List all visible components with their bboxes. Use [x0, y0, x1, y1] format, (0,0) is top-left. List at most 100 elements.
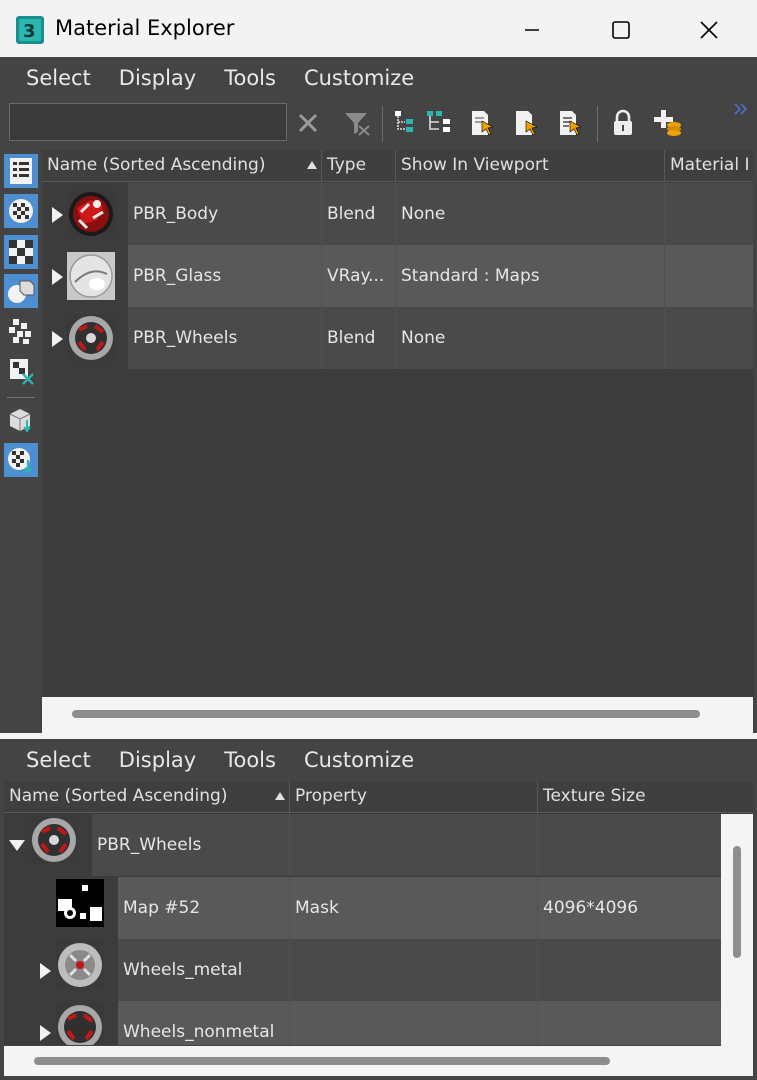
add-layer-icon	[654, 110, 681, 136]
display-by-object-button[interactable]	[4, 403, 38, 437]
minimize-button[interactable]	[509, 10, 555, 50]
horizontal-scrollbar[interactable]	[4, 1046, 753, 1076]
material-explorer-window: 3 Material Explorer Select Display Tools…	[0, 0, 757, 1080]
close-button[interactable]	[686, 10, 732, 50]
cell-show-in-viewport[interactable]: None	[396, 183, 665, 245]
display-by-material-button[interactable]	[4, 443, 38, 477]
display-all-button[interactable]	[4, 154, 38, 188]
table-row[interactable]: PBR_Wheels Blend None	[42, 307, 753, 369]
app-logo-icon: 3	[16, 16, 44, 44]
display-objects-icon	[8, 280, 35, 303]
column-header-name[interactable]: Name (Sorted Ascending)	[4, 781, 290, 813]
edit-selected-icon	[560, 111, 582, 136]
scrollbar-thumb[interactable]	[72, 710, 700, 718]
material-thumbnail	[67, 190, 115, 238]
cell-property	[290, 1001, 538, 1045]
collapse-arrow-icon[interactable]	[9, 840, 25, 851]
display-objects-button[interactable]	[4, 274, 38, 308]
lock-button[interactable]	[607, 107, 639, 139]
column-header-material-id-label: Material I	[670, 155, 750, 175]
column-header-property[interactable]: Property	[290, 781, 538, 813]
column-header-show-in-viewport[interactable]: Show In Viewport	[396, 150, 665, 182]
display-sidebar	[0, 150, 42, 733]
table-row[interactable]: PBR_Wheels	[4, 814, 721, 876]
menu-select[interactable]: Select	[0, 66, 91, 90]
column-header-texture-size[interactable]: Texture Size	[538, 781, 753, 813]
toolbar-separator	[382, 106, 383, 142]
cell-material-id	[665, 245, 753, 307]
cell-show-in-viewport[interactable]: Standard : Maps	[396, 245, 665, 307]
expand-arrow-icon[interactable]	[40, 1025, 51, 1041]
select-material-button[interactable]	[466, 107, 498, 139]
overflow-icon	[734, 103, 748, 115]
table-row[interactable]: Wheels_metal	[4, 939, 721, 1001]
cell-name: PBR_Wheels	[92, 814, 290, 876]
cell-material-id	[665, 183, 753, 245]
cell-type: Blend	[322, 307, 396, 369]
column-header-material-id[interactable]: Material I	[665, 150, 753, 182]
bottom-menu-bar: Select Display Tools Customize	[0, 739, 757, 781]
svg-text:3: 3	[23, 21, 36, 42]
table-row[interactable]: PBR_Glass VRay... Standard : Maps	[42, 245, 753, 307]
title-bar[interactable]: 3 Material Explorer	[0, 0, 757, 57]
select-material-icon	[472, 111, 494, 136]
cell-show-in-viewport[interactable]: None	[396, 307, 665, 369]
cell-property: Mask	[290, 877, 538, 939]
menu-select[interactable]: Select	[0, 748, 91, 772]
expand-arrow-icon[interactable]	[52, 331, 63, 347]
scrollbar-thumb[interactable]	[34, 1057, 610, 1065]
vertical-scrollbar[interactable]	[721, 814, 753, 1046]
select-object-button[interactable]	[510, 107, 542, 139]
display-maps-icon	[9, 240, 33, 264]
expand-arrow-icon[interactable]	[40, 963, 51, 979]
select-dependents-button[interactable]	[424, 107, 456, 139]
edit-selected-button[interactable]	[554, 107, 586, 139]
column-header-texture-size-label: Texture Size	[543, 786, 646, 806]
menu-tools[interactable]: Tools	[198, 748, 276, 772]
filter-button[interactable]	[341, 107, 373, 139]
toolbar-overflow-button[interactable]	[728, 99, 754, 119]
column-header-type[interactable]: Type	[322, 150, 396, 182]
expand-arrow-icon[interactable]	[52, 207, 63, 223]
table-row[interactable]: Map #52 Mask 4096*4096	[4, 877, 721, 939]
maximize-icon	[612, 21, 630, 39]
table-row[interactable]: PBR_Body Blend None	[42, 183, 753, 245]
window-title: Material Explorer	[55, 16, 235, 40]
display-incompatible-icon	[10, 359, 34, 385]
column-header-type-label: Type	[327, 155, 367, 175]
cell-texture-size	[538, 939, 721, 1001]
search-input[interactable]	[9, 103, 287, 141]
cell-name: Map #52	[118, 877, 290, 939]
material-thumbnail	[67, 252, 115, 300]
menu-display[interactable]: Display	[93, 66, 196, 90]
display-maps-button[interactable]	[4, 235, 38, 269]
map-thumbnail	[56, 879, 104, 927]
add-layer-button[interactable]	[652, 107, 684, 139]
menu-display[interactable]: Display	[93, 748, 196, 772]
menu-customize[interactable]: Customize	[278, 748, 414, 772]
cell-name: PBR_Body	[128, 183, 322, 245]
expand-arrow-icon[interactable]	[52, 269, 63, 285]
column-header-name[interactable]: Name (Sorted Ascending)	[42, 150, 322, 182]
cell-texture-size	[538, 1001, 721, 1045]
cell-texture-size: 4096*4096	[543, 898, 639, 918]
material-details-grid: Name (Sorted Ascending) Property Texture…	[4, 781, 753, 1045]
table-row[interactable]: Wheels_nonmetal	[4, 1001, 721, 1045]
maximize-button[interactable]	[598, 10, 644, 50]
select-children-button[interactable]	[389, 107, 421, 139]
material-thumbnail	[30, 816, 78, 864]
display-materials-button[interactable]	[4, 194, 38, 228]
cell-name: Wheels_metal	[118, 939, 290, 1001]
column-header-property-label: Property	[295, 786, 367, 806]
filter-icon	[345, 113, 370, 136]
menu-customize[interactable]: Customize	[278, 66, 414, 90]
display-unused-maps-button[interactable]	[4, 314, 38, 348]
horizontal-scrollbar[interactable]	[42, 697, 753, 733]
toolbar-separator	[597, 106, 598, 142]
clear-search-button[interactable]	[292, 107, 324, 139]
scrollbar-thumb[interactable]	[733, 846, 741, 958]
display-incompatible-button[interactable]	[4, 354, 38, 388]
menu-tools[interactable]: Tools	[198, 66, 276, 90]
column-header-name-label: Name (Sorted Ascending)	[9, 786, 228, 806]
display-by-object-icon	[9, 409, 31, 433]
